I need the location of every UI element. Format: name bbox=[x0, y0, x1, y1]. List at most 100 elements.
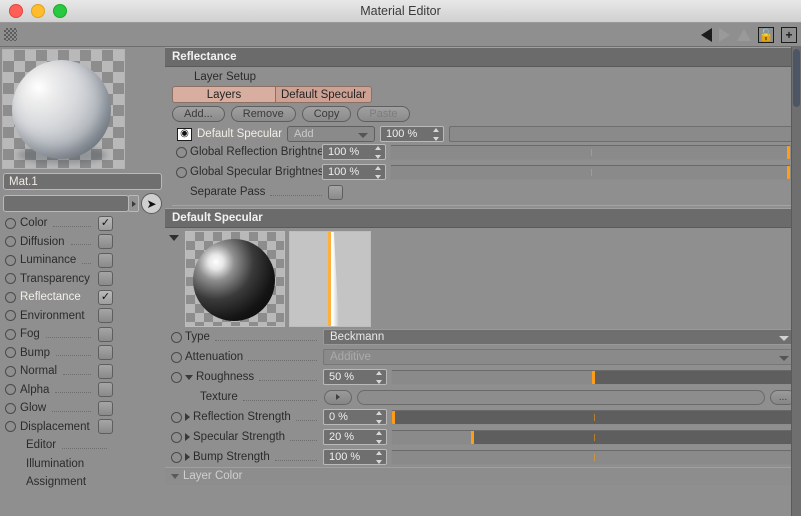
slider-reflection-strength[interactable] bbox=[391, 409, 796, 425]
channel-radio-glow[interactable] bbox=[5, 402, 16, 414]
row-radio[interactable] bbox=[171, 371, 182, 383]
layer-name[interactable]: Default Specular bbox=[197, 128, 282, 140]
expand-triangle-icon[interactable] bbox=[185, 453, 190, 461]
material-name-input[interactable]: Mat.1 bbox=[3, 173, 162, 190]
channel-checkbox-environment[interactable] bbox=[98, 308, 113, 324]
layer-color-subsection[interactable]: Layer Color bbox=[165, 467, 801, 485]
channel-checkbox-transparency[interactable] bbox=[98, 271, 113, 287]
channel-row-illumination[interactable]: Illumination bbox=[0, 455, 165, 474]
vertical-scrollbar[interactable] bbox=[791, 47, 801, 516]
channel-radio-bump[interactable] bbox=[5, 347, 16, 359]
slider-handle[interactable] bbox=[471, 430, 475, 444]
channel-row-assignment[interactable]: Assignment bbox=[0, 473, 165, 492]
channel-checkbox-alpha[interactable] bbox=[98, 382, 113, 398]
select-type[interactable]: Beckmann bbox=[323, 329, 797, 345]
slider-bump-strength[interactable] bbox=[391, 449, 796, 465]
channel-checkbox-diffusion[interactable] bbox=[98, 234, 113, 250]
select-attenuation[interactable]: Additive bbox=[323, 349, 797, 365]
opacity-stepper[interactable] bbox=[432, 128, 439, 141]
row-radio[interactable] bbox=[176, 166, 187, 178]
channel-radio-displacement[interactable] bbox=[5, 421, 16, 433]
row-radio[interactable] bbox=[176, 146, 187, 158]
arrow-left-icon[interactable] bbox=[701, 27, 712, 42]
texture-path-input[interactable] bbox=[357, 389, 765, 405]
scrollbar-thumb[interactable] bbox=[793, 49, 800, 107]
row-radio[interactable] bbox=[171, 331, 182, 343]
channel-radio-fog[interactable] bbox=[5, 328, 16, 340]
stepper[interactable] bbox=[375, 431, 382, 444]
search-input[interactable] bbox=[3, 195, 129, 212]
channel-row-normal[interactable]: Normal bbox=[0, 362, 165, 381]
stepper[interactable] bbox=[375, 411, 382, 424]
channel-radio-luminance[interactable] bbox=[5, 254, 16, 266]
stepper[interactable] bbox=[374, 146, 381, 159]
layer-opacity-track[interactable] bbox=[449, 126, 796, 142]
channel-row-alpha[interactable]: Alpha bbox=[0, 381, 165, 400]
channel-row-bump[interactable]: Bump bbox=[0, 344, 165, 363]
stepper[interactable] bbox=[375, 451, 382, 464]
separate-pass-checkbox[interactable] bbox=[328, 184, 343, 200]
plus-box-icon[interactable]: + bbox=[781, 26, 797, 43]
input-global-specular-brightness[interactable]: 100 % bbox=[322, 164, 386, 180]
texture-menu-button[interactable] bbox=[324, 389, 352, 405]
slider-handle[interactable] bbox=[787, 145, 790, 159]
channel-row-transparency[interactable]: Transparency bbox=[0, 270, 165, 289]
channel-row-displacement[interactable]: Displacement bbox=[0, 418, 165, 437]
channel-row-reflectance[interactable]: Reflectance ✓ bbox=[0, 288, 165, 307]
eye-icon[interactable]: ◉ bbox=[177, 127, 192, 141]
channel-radio-color[interactable] bbox=[5, 217, 16, 229]
cursor-arrow-icon[interactable]: ➤ bbox=[141, 193, 162, 214]
slider-global-specular-brightness[interactable] bbox=[390, 164, 791, 180]
arrow-up-icon[interactable] bbox=[737, 28, 751, 41]
channel-radio-alpha[interactable] bbox=[5, 384, 16, 396]
expand-triangle-icon[interactable] bbox=[185, 433, 190, 441]
slider-handle[interactable] bbox=[787, 165, 790, 179]
chevron-right-icon[interactable] bbox=[128, 195, 139, 212]
slider-specular-strength[interactable] bbox=[391, 429, 796, 445]
input-specular-strength[interactable]: 20 % bbox=[323, 429, 387, 445]
channel-row-diffusion[interactable]: Diffusion bbox=[0, 233, 165, 252]
channel-radio-diffusion[interactable] bbox=[5, 236, 16, 248]
slider-roughness[interactable] bbox=[391, 369, 796, 385]
channel-row-environment[interactable]: Environment bbox=[0, 307, 165, 326]
brdf-curve-graph[interactable] bbox=[289, 231, 371, 327]
channel-checkbox-displacement[interactable] bbox=[98, 419, 113, 435]
lock-open-icon[interactable]: 🔓 bbox=[758, 26, 774, 43]
channel-row-fog[interactable]: Fog bbox=[0, 325, 165, 344]
specular-sphere-preview[interactable] bbox=[185, 231, 285, 327]
channel-checkbox-luminance[interactable] bbox=[98, 252, 113, 268]
expand-triangle-icon[interactable] bbox=[185, 413, 190, 421]
channel-checkbox-reflectance[interactable]: ✓ bbox=[98, 289, 113, 305]
material-preview[interactable] bbox=[2, 49, 125, 169]
channel-checkbox-glow[interactable] bbox=[98, 400, 113, 416]
button-add[interactable]: Add... bbox=[172, 106, 225, 122]
channel-checkbox-normal[interactable] bbox=[98, 363, 113, 379]
input-bump-strength[interactable]: 100 % bbox=[323, 449, 387, 465]
input-roughness[interactable]: 50 % bbox=[323, 369, 387, 385]
row-radio[interactable] bbox=[171, 431, 182, 443]
input-reflection-strength[interactable]: 0 % bbox=[323, 409, 387, 425]
input-global-reflection-brightness[interactable]: 100 % bbox=[322, 144, 386, 160]
blend-mode-select[interactable]: Add bbox=[287, 126, 376, 142]
channel-radio-reflectance[interactable] bbox=[5, 291, 16, 303]
channel-row-color[interactable]: Color ✓ bbox=[0, 214, 165, 233]
channel-row-glow[interactable]: Glow bbox=[0, 399, 165, 418]
channel-radio-normal[interactable] bbox=[5, 365, 16, 377]
row-radio[interactable] bbox=[171, 351, 182, 363]
button-copy[interactable]: Copy bbox=[301, 106, 352, 122]
channel-radio-environment[interactable] bbox=[5, 310, 16, 322]
channel-checkbox-color[interactable]: ✓ bbox=[98, 215, 113, 231]
stepper[interactable] bbox=[375, 371, 382, 384]
button-paste[interactable]: Paste bbox=[357, 106, 410, 122]
checker-grip-icon[interactable] bbox=[4, 28, 17, 41]
row-radio[interactable] bbox=[171, 411, 182, 423]
expand-triangle-icon[interactable] bbox=[185, 374, 193, 380]
collapse-triangle-icon[interactable] bbox=[169, 235, 179, 241]
channel-row-luminance[interactable]: Luminance bbox=[0, 251, 165, 270]
tab-default-specular[interactable]: Default Specular bbox=[276, 86, 372, 103]
reflectance-section-header[interactable]: Reflectance bbox=[165, 47, 801, 67]
channel-checkbox-fog[interactable] bbox=[98, 326, 113, 342]
tab-layers[interactable]: Layers bbox=[172, 86, 276, 103]
stepper[interactable] bbox=[374, 166, 381, 179]
slider-handle[interactable] bbox=[392, 410, 395, 424]
